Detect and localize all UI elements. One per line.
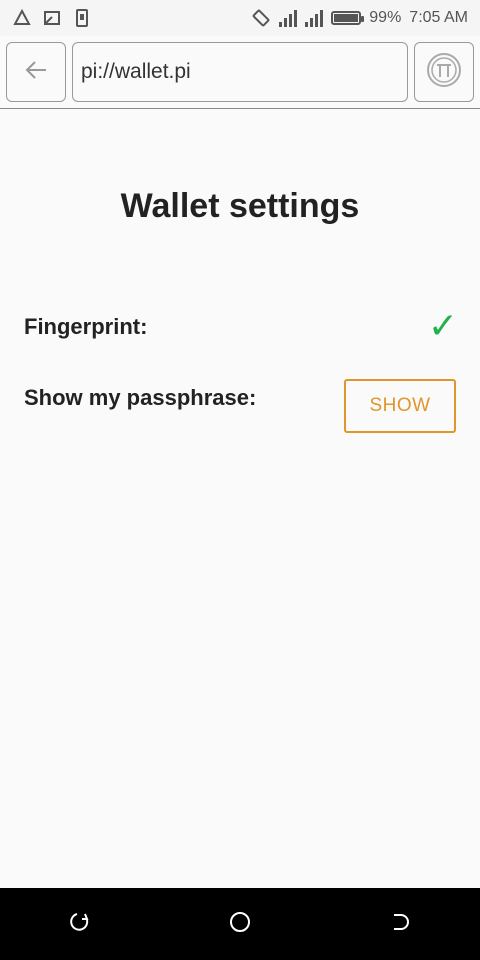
pi-browser-button[interactable] — [414, 42, 474, 102]
status-bar: 99% 7:05 AM — [0, 0, 480, 36]
recent-apps-icon — [69, 911, 91, 938]
back-nav-button[interactable] — [380, 904, 420, 944]
signal-icon — [305, 9, 324, 27]
passphrase-label: Show my passphrase: — [24, 385, 257, 410]
system-nav-bar — [0, 888, 480, 960]
show-passphrase-button[interactable]: SHOW — [344, 379, 456, 433]
battery-percent: 99% — [369, 9, 402, 26]
recent-apps-button[interactable] — [60, 904, 100, 944]
battery-icon — [331, 11, 365, 25]
status-left — [12, 8, 92, 28]
fingerprint-label: Fingerprint: — [24, 314, 148, 339]
back-nav-icon — [389, 911, 411, 938]
home-button[interactable] — [220, 904, 260, 944]
url-field[interactable]: pi://wallet.pi — [72, 42, 408, 102]
pi-logo-icon — [425, 51, 463, 94]
alert-triangle-icon — [12, 8, 32, 28]
browser-toolbar: pi://wallet.pi — [0, 36, 480, 109]
back-button[interactable] — [6, 42, 66, 102]
back-arrow-icon — [22, 56, 50, 89]
phone-icon — [72, 8, 92, 28]
battery-fill — [334, 14, 359, 22]
url-text: pi://wallet.pi — [81, 60, 191, 83]
fingerprint-check-icon[interactable]: ✓ — [428, 305, 458, 347]
page-content: Wallet settings Fingerprint: ✓ Show my p… — [0, 109, 480, 888]
rotate-icon — [251, 8, 271, 28]
screen-cast-icon — [42, 8, 62, 28]
status-right: 99% 7:05 AM — [251, 8, 468, 28]
clock: 7:05 AM — [409, 9, 468, 26]
signal-icon — [279, 9, 298, 27]
home-circle-icon — [228, 910, 252, 939]
page-title: Wallet settings — [120, 187, 360, 225]
